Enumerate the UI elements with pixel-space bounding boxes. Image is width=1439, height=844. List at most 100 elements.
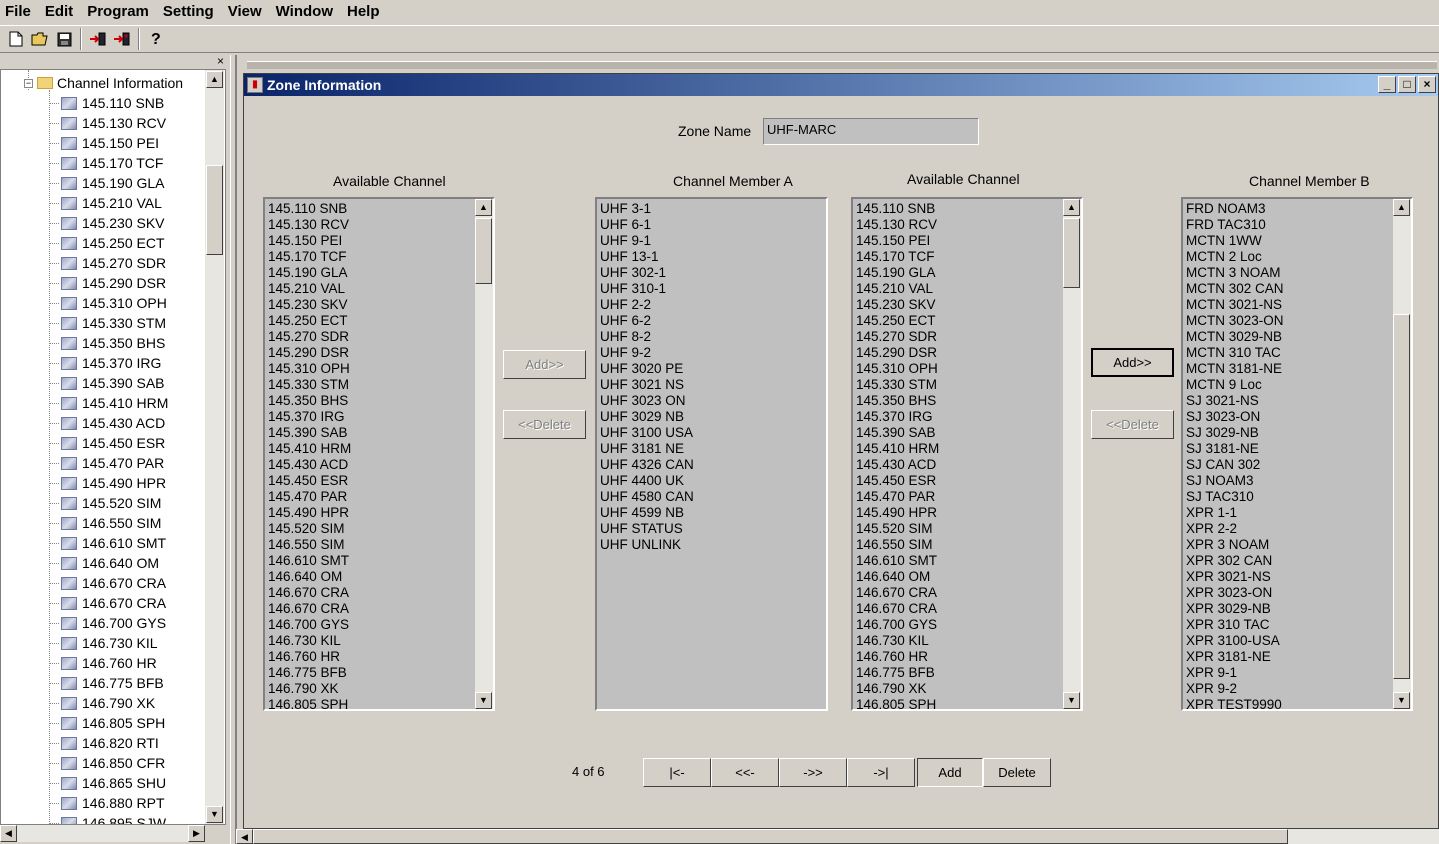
minimize-icon[interactable]: _ bbox=[1378, 76, 1396, 93]
available-channel-a-list[interactable]: 145.110 SNB 145.130 RCV 145.150 PEI 145.170… bbox=[263, 197, 495, 711]
list-item[interactable]: XPR 3029-NB bbox=[1185, 601, 1284, 617]
scroll-thumb[interactable] bbox=[475, 218, 492, 284]
tree-item[interactable]: 145.470 PAR bbox=[50, 453, 164, 473]
list-item[interactable]: MCTN 2 Loc bbox=[1185, 249, 1284, 265]
list-item[interactable]: 146.550 SIM bbox=[855, 537, 939, 553]
list-item[interactable]: 145.350 BHS bbox=[267, 393, 351, 409]
tree-item[interactable]: 145.350 BHS bbox=[50, 333, 165, 353]
menu-window[interactable]: Window bbox=[271, 0, 342, 24]
scroll-down-icon[interactable]: ▼ bbox=[1393, 692, 1410, 709]
list-item[interactable]: 146.670 CRA bbox=[855, 585, 939, 601]
delete-zone-button[interactable]: Delete bbox=[983, 758, 1051, 787]
list-item[interactable]: 146.790 XK bbox=[855, 681, 939, 697]
list-item[interactable]: 146.670 CRA bbox=[267, 585, 351, 601]
list-item[interactable]: 145.290 DSR bbox=[855, 345, 939, 361]
tree-item[interactable]: 145.370 IRG bbox=[50, 353, 161, 373]
tree-item[interactable]: 145.190 GLA bbox=[50, 173, 165, 193]
list-item[interactable]: 145.390 SAB bbox=[855, 425, 939, 441]
list-item[interactable]: 145.230 SKV bbox=[267, 297, 351, 313]
list-scrollbar[interactable]: ▲ ▼ bbox=[475, 199, 493, 709]
list-item[interactable]: 145.130 RCV bbox=[855, 217, 939, 233]
tree-item[interactable]: 146.865 SHU bbox=[50, 773, 166, 793]
scroll-down-icon[interactable]: ▼ bbox=[475, 692, 492, 709]
list-item[interactable]: 145.410 HRM bbox=[855, 441, 939, 457]
scroll-right-icon[interactable]: ▶ bbox=[188, 825, 205, 842]
list-item[interactable]: UHF 302-1 bbox=[599, 265, 694, 281]
list-item[interactable]: 145.370 IRG bbox=[855, 409, 939, 425]
maximize-icon[interactable]: □ bbox=[1398, 76, 1416, 93]
help-icon[interactable]: ? bbox=[144, 27, 168, 51]
list-item[interactable]: 145.170 TCF bbox=[855, 249, 939, 265]
list-item[interactable]: SJ TAC310 bbox=[1185, 489, 1284, 505]
list-item[interactable]: 146.640 OM bbox=[855, 569, 939, 585]
list-item[interactable]: 145.270 SDR bbox=[855, 329, 939, 345]
list-item[interactable]: SJ CAN 302 bbox=[1185, 457, 1284, 473]
mdi-horizontal-scrollbar[interactable]: ◀ bbox=[236, 829, 1439, 844]
list-item[interactable]: 146.610 SMT bbox=[267, 553, 351, 569]
add-zone-button[interactable]: Add bbox=[917, 758, 983, 787]
write-radio-icon[interactable] bbox=[110, 27, 134, 51]
tree-item[interactable]: 146.640 OM bbox=[50, 553, 159, 573]
tree-item[interactable]: 146.550 SIM bbox=[50, 513, 161, 533]
list-item[interactable]: XPR 3021-NS bbox=[1185, 569, 1284, 585]
window-titlebar[interactable]: ▮ Zone Information _ □ × bbox=[244, 74, 1438, 96]
list-item[interactable]: UHF 4580 CAN bbox=[599, 489, 694, 505]
list-item[interactable]: 145.110 SNB bbox=[855, 201, 939, 217]
add-to-member-b-button[interactable]: Add>> bbox=[1091, 348, 1174, 377]
menu-help[interactable]: Help bbox=[342, 0, 389, 24]
menu-view[interactable]: View bbox=[223, 0, 271, 24]
tree-item[interactable]: 145.130 RCV bbox=[50, 113, 166, 133]
list-item[interactable]: UHF 9-1 bbox=[599, 233, 694, 249]
list-item[interactable]: 145.190 GLA bbox=[267, 265, 351, 281]
scroll-down-icon[interactable]: ▼ bbox=[206, 806, 223, 823]
list-item[interactable]: 145.230 SKV bbox=[855, 297, 939, 313]
list-item[interactable]: UHF 6-1 bbox=[599, 217, 694, 233]
scroll-thumb[interactable] bbox=[1393, 314, 1410, 679]
tree-vertical-scrollbar[interactable]: ▲ ▼ bbox=[205, 70, 224, 824]
tree-item[interactable]: 145.310 OPH bbox=[50, 293, 167, 313]
list-item[interactable]: 146.670 CRA bbox=[855, 601, 939, 617]
list-item[interactable]: 145.470 PAR bbox=[855, 489, 939, 505]
tree-item[interactable]: 145.490 HPR bbox=[50, 473, 166, 493]
list-item[interactable]: 145.150 PEI bbox=[855, 233, 939, 249]
list-item[interactable]: UHF 13-1 bbox=[599, 249, 694, 265]
tree-item[interactable]: 145.210 VAL bbox=[50, 193, 162, 213]
collapse-icon[interactable]: − bbox=[24, 78, 33, 88]
tree-item[interactable]: 145.250 ECT bbox=[50, 233, 165, 253]
close-icon[interactable]: × bbox=[217, 55, 224, 67]
list-item[interactable]: XPR 3181-NE bbox=[1185, 649, 1284, 665]
list-item[interactable]: UHF 2-2 bbox=[599, 297, 694, 313]
delete-from-member-b-button[interactable]: <<Delete bbox=[1091, 410, 1174, 439]
list-item[interactable]: XPR 302 CAN bbox=[1185, 553, 1284, 569]
new-file-icon[interactable] bbox=[4, 27, 28, 51]
list-item[interactable]: UHF 3023 ON bbox=[599, 393, 694, 409]
list-item[interactable]: 145.520 SIM bbox=[267, 521, 351, 537]
list-item[interactable]: MCTN 3181-NE bbox=[1185, 361, 1284, 377]
tree-item[interactable]: 145.170 TCF bbox=[50, 153, 163, 173]
scroll-up-icon[interactable]: ▲ bbox=[1393, 199, 1410, 216]
scroll-left-icon[interactable]: ◀ bbox=[236, 829, 253, 844]
scroll-up-icon[interactable]: ▲ bbox=[206, 71, 223, 88]
list-item[interactable]: 146.670 CRA bbox=[267, 601, 351, 617]
list-item[interactable]: 146.730 KIL bbox=[267, 633, 351, 649]
list-item[interactable]: UHF 4400 UK bbox=[599, 473, 694, 489]
scroll-thumb[interactable] bbox=[253, 829, 1288, 844]
menu-setting[interactable]: Setting bbox=[158, 0, 223, 24]
menu-program[interactable]: Program bbox=[82, 0, 158, 24]
list-item[interactable]: 145.130 RCV bbox=[267, 217, 351, 233]
list-item[interactable]: MCTN 9 Loc bbox=[1185, 377, 1284, 393]
tree-item[interactable]: 146.895 SJW bbox=[50, 813, 166, 824]
list-item[interactable]: XPR 9-2 bbox=[1185, 681, 1284, 697]
list-item[interactable]: UHF UNLINK bbox=[599, 537, 694, 553]
list-item[interactable]: 145.450 ESR bbox=[855, 473, 939, 489]
tree-item[interactable]: 146.850 CFR bbox=[50, 753, 165, 773]
list-item[interactable]: XPR TEST9990 bbox=[1185, 697, 1284, 709]
list-item[interactable]: 146.610 SMT bbox=[855, 553, 939, 569]
tree-item[interactable]: 145.270 SDR bbox=[50, 253, 166, 273]
list-item[interactable]: UHF 310-1 bbox=[599, 281, 694, 297]
list-item[interactable]: 146.550 SIM bbox=[267, 537, 351, 553]
list-item[interactable]: 145.290 DSR bbox=[267, 345, 351, 361]
list-item[interactable]: 145.250 ECT bbox=[855, 313, 939, 329]
list-item[interactable]: XPR 1-1 bbox=[1185, 505, 1284, 521]
next-record-button[interactable]: ->> bbox=[779, 758, 847, 787]
